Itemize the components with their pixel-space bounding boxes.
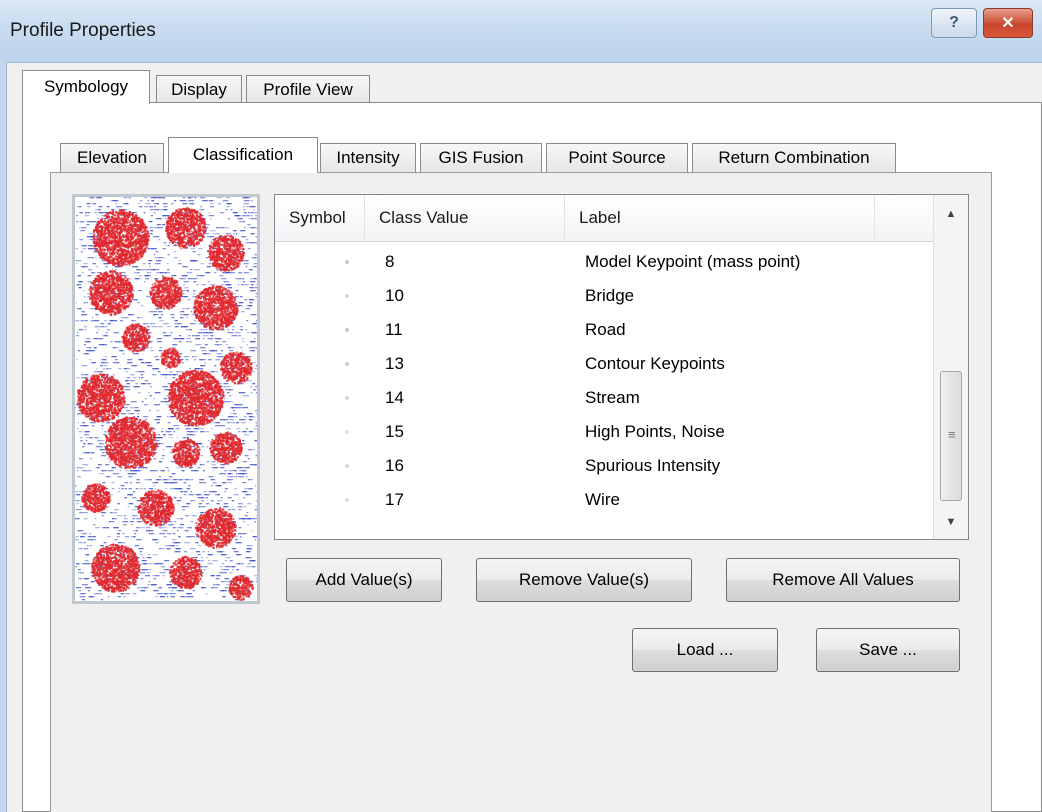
symbol-swatch[interactable] xyxy=(345,328,349,332)
tab-label: Display xyxy=(171,80,227,99)
column-header-label[interactable]: Label xyxy=(565,195,875,241)
label-cell: Model Keypoint (mass point) xyxy=(585,252,801,271)
tab-classification[interactable]: Classification xyxy=(168,137,318,173)
label-cell: Stream xyxy=(585,388,640,407)
add-values-button[interactable]: Add Value(s) xyxy=(286,558,442,602)
tab-label: Point Source xyxy=(568,148,666,167)
symbol-swatch[interactable] xyxy=(345,362,349,366)
close-button[interactable]: ✕ xyxy=(983,8,1033,38)
tab-label: Classification xyxy=(192,145,294,164)
class-value-cell: 16 xyxy=(385,456,404,475)
tab-point-source[interactable]: Point Source xyxy=(546,143,688,173)
tab-elevation[interactable]: Elevation xyxy=(60,143,164,173)
label-cell: High Points, Noise xyxy=(585,422,725,441)
class-value-cell: 10 xyxy=(385,286,404,305)
save-button[interactable]: Save ... xyxy=(816,628,960,672)
class-value-cell: 17 xyxy=(385,490,404,509)
tab-label: Profile View xyxy=(263,80,353,99)
vertical-scrollbar[interactable]: ▲ ≡ ▼ xyxy=(933,195,968,539)
list-item[interactable]: 8 Model Keypoint (mass point) xyxy=(275,245,933,279)
label-cell: Road xyxy=(585,320,626,339)
list-item[interactable]: 15 High Points, Noise xyxy=(275,415,933,449)
class-value-cell: 8 xyxy=(385,252,395,271)
close-icon: ✕ xyxy=(1001,15,1015,32)
list-header: Symbol Class Value Label xyxy=(275,195,933,242)
window-title: Profile Properties xyxy=(10,20,156,41)
tab-return-combination[interactable]: Return Combination xyxy=(692,143,896,173)
tab-label: Intensity xyxy=(336,148,400,167)
symbol-swatch[interactable] xyxy=(345,464,349,468)
tab-profile-view[interactable]: Profile View xyxy=(246,75,370,104)
label-cell: Wire xyxy=(585,490,620,509)
scroll-up-icon[interactable]: ▲ xyxy=(934,199,968,229)
point-cloud-preview xyxy=(75,197,257,601)
tab-display[interactable]: Display xyxy=(156,75,242,104)
tab-label: Elevation xyxy=(77,148,147,167)
tab-label: Return Combination xyxy=(718,148,870,167)
help-button[interactable]: ? xyxy=(931,8,977,38)
list-item[interactable]: 13 Contour Keypoints xyxy=(275,347,933,381)
tab-symbology[interactable]: Symbology xyxy=(22,70,150,104)
label-cell: Bridge xyxy=(585,286,635,305)
help-icon: ? xyxy=(949,14,959,31)
symbol-swatch[interactable] xyxy=(345,260,349,264)
label-cell: Contour Keypoints xyxy=(585,354,725,373)
profile-properties-dialog: Profile Properties ? ✕ Symbology Display… xyxy=(0,0,1042,812)
tab-intensity[interactable]: Intensity xyxy=(320,143,416,173)
label-cell: Spurious Intensity xyxy=(585,456,721,475)
class-value-cell: 14 xyxy=(385,388,404,407)
tab-gis-fusion[interactable]: GIS Fusion xyxy=(420,143,542,173)
symbol-swatch[interactable] xyxy=(345,396,349,400)
symbol-swatch[interactable] xyxy=(345,498,349,502)
class-value-cell: 11 xyxy=(385,320,403,339)
scrollbar-thumb[interactable]: ≡ xyxy=(940,371,962,501)
remove-all-values-button[interactable]: Remove All Values xyxy=(726,558,960,602)
list-item[interactable]: 11 Road xyxy=(275,313,933,347)
load-button[interactable]: Load ... xyxy=(632,628,778,672)
list-item[interactable]: 16 Spurious Intensity xyxy=(275,449,933,483)
column-header-class-value[interactable]: Class Value xyxy=(365,195,565,241)
window-frame-left xyxy=(0,62,7,812)
symbol-swatch[interactable] xyxy=(345,430,349,434)
class-value-list[interactable]: Symbol Class Value Label 8 Model Keypoint… xyxy=(274,194,969,540)
symbol-swatch[interactable] xyxy=(345,294,349,298)
remove-values-button[interactable]: Remove Value(s) xyxy=(476,558,692,602)
grip-icon: ≡ xyxy=(948,427,956,442)
list-item[interactable]: 14 Stream xyxy=(275,381,933,415)
classification-preview-image xyxy=(72,194,260,604)
tab-label: GIS Fusion xyxy=(438,148,524,167)
tab-label: Symbology xyxy=(43,77,129,96)
scroll-down-icon[interactable]: ▼ xyxy=(934,507,968,537)
class-value-cell: 15 xyxy=(385,422,404,441)
column-header-symbol[interactable]: Symbol xyxy=(275,195,365,241)
title-bar[interactable]: Profile Properties ? ✕ xyxy=(0,0,1042,63)
class-value-cell: 13 xyxy=(385,354,404,373)
list-item[interactable]: 10 Bridge xyxy=(275,279,933,313)
list-item[interactable]: 17 Wire xyxy=(275,483,933,517)
